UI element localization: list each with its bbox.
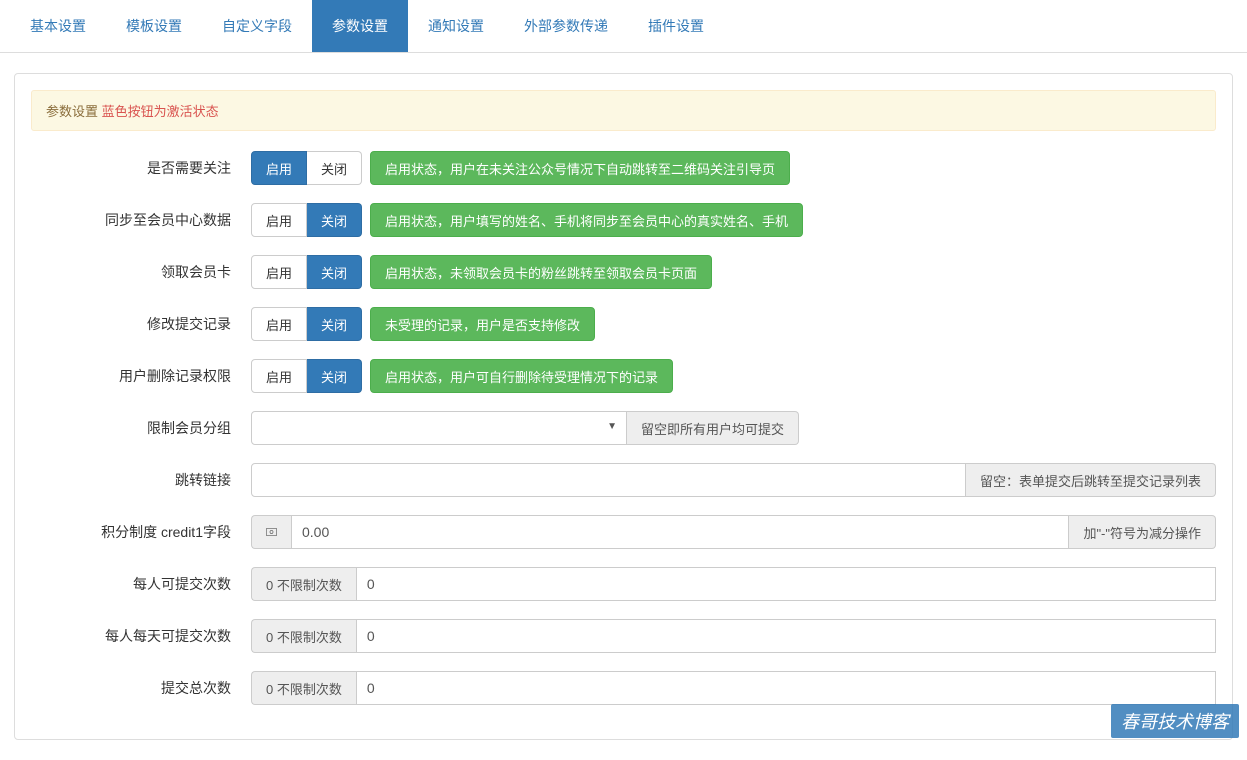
toggle-delete_perm-disable[interactable]: 关闭 (307, 359, 362, 393)
alert-title: 参数设置 (46, 104, 98, 119)
label-delete_perm: 用户删除记录权限 (31, 366, 251, 386)
tab-4[interactable]: 通知设置 (408, 0, 504, 52)
input-submit_per_day[interactable] (356, 619, 1216, 653)
toggle-need_follow-enable[interactable]: 启用 (251, 151, 307, 185)
input-submit_per_user[interactable] (356, 567, 1216, 601)
toggle-edit_record-enable[interactable]: 启用 (251, 307, 307, 341)
toggle-delete_perm-enable[interactable]: 启用 (251, 359, 307, 393)
label-limit-group: 限制会员分组 (31, 418, 251, 438)
toggle-sync_member: 启用关闭 (251, 203, 362, 237)
alert-banner: 参数设置 蓝色按钮为激活状态 (31, 90, 1216, 131)
tab-3[interactable]: 参数设置 (312, 0, 408, 52)
toggle-need_follow-disable[interactable]: 关闭 (307, 151, 362, 185)
row-edit_record: 修改提交记录启用关闭未受理的记录，用户是否支持修改 (31, 307, 1216, 341)
prefix-submit_total: 0 不限制次数 (251, 671, 356, 705)
toggle-sync_member-enable[interactable]: 启用 (251, 203, 307, 237)
info-need_follow: 启用状态，用户在未关注公众号情况下自动跳转至二维码关注引导页 (370, 151, 790, 185)
hint-redirect: 留空：表单提交后跳转至提交记录列表 (966, 463, 1216, 497)
tab-6[interactable]: 插件设置 (628, 0, 724, 52)
settings-panel: 参数设置 蓝色按钮为激活状态 是否需要关注启用关闭启用状态，用户在未关注公众号情… (14, 73, 1233, 740)
row-get_card: 领取会员卡启用关闭启用状态，未领取会员卡的粉丝跳转至领取会员卡页面 (31, 255, 1216, 289)
watermark: 春哥技术博客 (1111, 704, 1239, 738)
label-get_card: 领取会员卡 (31, 262, 251, 282)
row-limit-group: 限制会员分组 留空即所有用户均可提交 (31, 411, 1216, 445)
tab-2[interactable]: 自定义字段 (202, 0, 312, 52)
tab-0[interactable]: 基本设置 (10, 0, 106, 52)
toggle-get_card-enable[interactable]: 启用 (251, 255, 307, 289)
toggle-get_card: 启用关闭 (251, 255, 362, 289)
tab-1[interactable]: 模板设置 (106, 0, 202, 52)
row-credit: 积分制度 credit1字段 加"-"符号为减分操作 (31, 515, 1216, 549)
toggle-delete_perm: 启用关闭 (251, 359, 362, 393)
alert-hint: 蓝色按钮为激活状态 (102, 104, 219, 119)
toggle-need_follow: 启用关闭 (251, 151, 362, 185)
row-sync_member: 同步至会员中心数据启用关闭启用状态，用户填写的姓名、手机将同步至会员中心的真实姓… (31, 203, 1216, 237)
label-submit_per_user: 每人可提交次数 (31, 574, 251, 594)
row-need_follow: 是否需要关注启用关闭启用状态，用户在未关注公众号情况下自动跳转至二维码关注引导页 (31, 151, 1216, 185)
toggle-sync_member-disable[interactable]: 关闭 (307, 203, 362, 237)
row-submit_total: 提交总次数0 不限制次数 (31, 671, 1216, 705)
label-submit_total: 提交总次数 (31, 678, 251, 698)
info-sync_member: 启用状态，用户填写的姓名、手机将同步至会员中心的真实姓名、手机 (370, 203, 803, 237)
input-redirect[interactable] (251, 463, 966, 497)
info-get_card: 启用状态，未领取会员卡的粉丝跳转至领取会员卡页面 (370, 255, 712, 289)
row-submit_per_user: 每人可提交次数0 不限制次数 (31, 567, 1216, 601)
label-edit_record: 修改提交记录 (31, 314, 251, 334)
hint-credit: 加"-"符号为减分操作 (1069, 515, 1216, 549)
toggle-edit_record: 启用关闭 (251, 307, 362, 341)
label-redirect: 跳转链接 (31, 470, 251, 490)
tab-5[interactable]: 外部参数传递 (504, 0, 628, 52)
label-submit_per_day: 每人每天可提交次数 (31, 626, 251, 646)
row-submit_per_day: 每人每天可提交次数0 不限制次数 (31, 619, 1216, 653)
hint-limit-group: 留空即所有用户均可提交 (627, 411, 799, 445)
prefix-submit_per_user: 0 不限制次数 (251, 567, 356, 601)
label-need_follow: 是否需要关注 (31, 158, 251, 178)
toggle-get_card-disable[interactable]: 关闭 (307, 255, 362, 289)
info-edit_record: 未受理的记录，用户是否支持修改 (370, 307, 595, 341)
input-credit[interactable] (291, 515, 1069, 549)
select-member-group[interactable] (251, 411, 627, 445)
row-redirect: 跳转链接 留空：表单提交后跳转至提交记录列表 (31, 463, 1216, 497)
label-credit: 积分制度 credit1字段 (31, 522, 251, 542)
info-delete_perm: 启用状态，用户可自行删除待受理情况下的记录 (370, 359, 673, 393)
input-submit_total[interactable] (356, 671, 1216, 705)
tabs-nav: 基本设置模板设置自定义字段参数设置通知设置外部参数传递插件设置 (0, 0, 1247, 53)
toggle-edit_record-disable[interactable]: 关闭 (307, 307, 362, 341)
prefix-submit_per_day: 0 不限制次数 (251, 619, 356, 653)
label-sync_member: 同步至会员中心数据 (31, 210, 251, 230)
row-delete_perm: 用户删除记录权限启用关闭启用状态，用户可自行删除待受理情况下的记录 (31, 359, 1216, 393)
money-icon (251, 515, 291, 549)
